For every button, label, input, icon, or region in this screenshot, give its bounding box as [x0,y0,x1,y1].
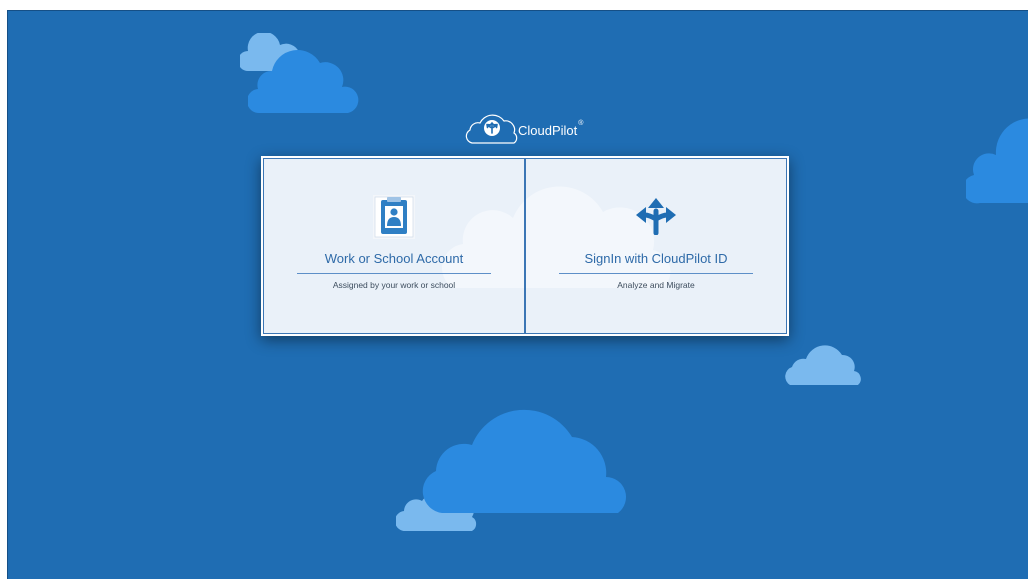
sign-in-options-panel: Work or School Account Assigned by your … [261,156,789,336]
work-school-account-title: Work or School Account [324,251,464,266]
cloudpilot-logo: CloudPilot® [464,111,583,147]
cloudpilot-id-option[interactable]: SignIn with CloudPilot ID Analyze and Mi… [525,158,787,334]
cloud-top-left [248,50,359,114]
brand-name: CloudPilot® [518,119,584,138]
screenshot-frame: CloudPilot® Work or School Account Assig… [0,0,1028,579]
id-badge-icon [373,195,415,239]
cloud-arrows-icon [465,114,518,144]
cloudpilot-id-subtitle: Analyze and Migrate [617,280,695,290]
split-arrows-icon [636,198,676,235]
work-school-account-option[interactable]: Work or School Account Assigned by your … [263,158,525,334]
login-background: CloudPilot® Work or School Account Assig… [7,10,1028,579]
work-school-account-subtitle: Assigned by your work or school [332,280,456,290]
option-divider [559,273,753,274]
option-divider [297,273,491,274]
cloudpilot-id-title: SignIn with CloudPilot ID [584,251,728,266]
cloud-bottom-large [422,409,626,513]
cloud-right-edge [966,118,1028,204]
cloud-right-small [785,345,861,385]
